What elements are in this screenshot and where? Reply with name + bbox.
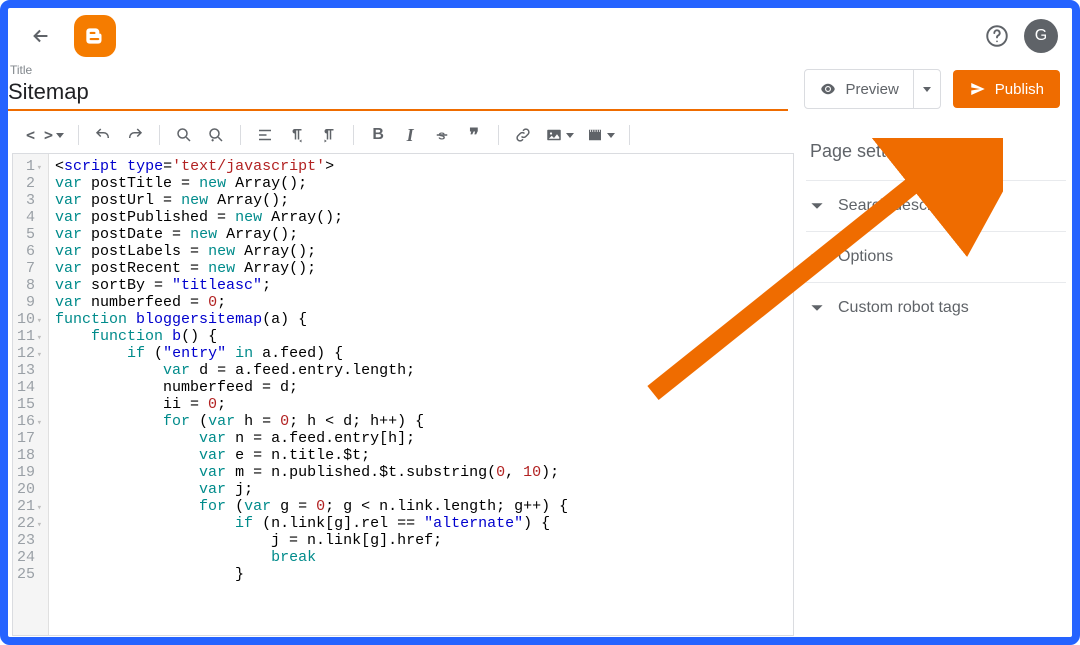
video-button[interactable] xyxy=(586,125,615,145)
page-settings-panel: Page settings Search description Options… xyxy=(794,111,1072,636)
chevron-down-icon xyxy=(810,301,824,315)
body: < > xyxy=(8,111,1072,636)
title-block: Title Sitemap xyxy=(8,63,804,111)
blogger-logo[interactable] xyxy=(74,15,116,57)
title-row: Title Sitemap Preview Publish xyxy=(8,63,1072,111)
chevron-down-icon xyxy=(810,250,824,264)
action-block: Preview Publish xyxy=(804,69,1060,111)
search-replace-button[interactable] xyxy=(206,125,226,145)
topbar: G xyxy=(8,8,1072,63)
preview-button[interactable]: Preview xyxy=(804,69,940,109)
rtl-button[interactable] xyxy=(319,125,339,145)
app-frame: G Title Sitemap Preview Publish xyxy=(0,0,1080,645)
preview-main[interactable]: Preview xyxy=(805,70,912,108)
code-editor[interactable]: 1 ▾2345678910 ▾11 ▾12 ▾13141516 ▾1718192… xyxy=(12,153,794,636)
link-button[interactable] xyxy=(513,125,533,145)
separator xyxy=(353,125,354,145)
publish-button[interactable]: Publish xyxy=(953,70,1060,108)
view-mode-button[interactable]: < > xyxy=(26,125,64,145)
caret-down-icon xyxy=(922,84,932,94)
undo-button[interactable] xyxy=(93,125,113,145)
back-button[interactable] xyxy=(30,25,52,47)
topbar-left xyxy=(30,15,116,57)
editor-column: < > xyxy=(8,111,794,636)
search-description-item[interactable]: Search description xyxy=(806,180,1066,231)
search-button[interactable] xyxy=(174,125,194,145)
separator xyxy=(629,125,630,145)
bold-button[interactable]: B xyxy=(368,125,388,145)
title-label: Title xyxy=(8,63,800,77)
item-label: Search description xyxy=(838,197,971,215)
italic-button[interactable]: I xyxy=(400,125,420,145)
gutter: 1 ▾2345678910 ▾11 ▾12 ▾13141516 ▾1718192… xyxy=(13,154,49,635)
preview-label: Preview xyxy=(845,81,898,98)
quote-button[interactable]: ❞ xyxy=(464,125,484,145)
svg-text:S: S xyxy=(438,131,445,143)
ltr-button[interactable] xyxy=(287,125,307,145)
strike-button[interactable]: S xyxy=(432,125,452,145)
publish-label: Publish xyxy=(995,81,1044,98)
custom-robot-tags-item[interactable]: Custom robot tags xyxy=(806,282,1066,333)
separator xyxy=(240,125,241,145)
separator xyxy=(159,125,160,145)
code-area[interactable]: <script type='text/javascript'>var postT… xyxy=(49,154,574,635)
title-input[interactable]: Sitemap xyxy=(8,77,788,111)
item-label: Custom robot tags xyxy=(838,299,969,317)
page-settings-heading: Page settings xyxy=(806,131,1066,180)
separator xyxy=(78,125,79,145)
topbar-right: G xyxy=(984,19,1058,53)
help-icon[interactable] xyxy=(984,23,1010,49)
toolbar: < > xyxy=(12,119,794,153)
send-icon xyxy=(969,80,987,98)
avatar[interactable]: G xyxy=(1024,19,1058,53)
item-label: Options xyxy=(838,248,893,266)
options-item[interactable]: Options xyxy=(806,231,1066,282)
preview-dropdown[interactable] xyxy=(913,70,940,108)
align-button[interactable] xyxy=(255,125,275,145)
separator xyxy=(498,125,499,145)
image-button[interactable] xyxy=(545,125,574,145)
chevron-down-icon xyxy=(810,199,824,213)
eye-icon xyxy=(819,80,837,98)
redo-button[interactable] xyxy=(125,125,145,145)
